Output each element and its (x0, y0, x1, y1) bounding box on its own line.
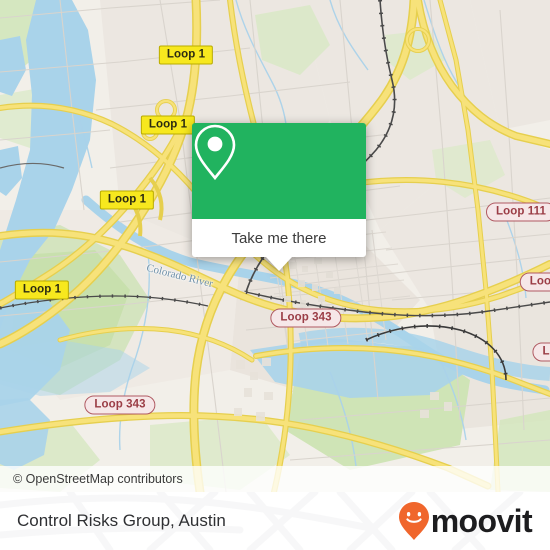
footer-bar: Control Risks Group, Austin moovit (0, 492, 550, 550)
osm-attribution-text[interactable]: © OpenStreetMap contributors (0, 472, 183, 486)
popup-card-footer[interactable]: Take me there (192, 219, 366, 257)
take-me-there-label: Take me there (231, 229, 327, 247)
map-pin-icon (194, 124, 236, 181)
road-shield-loop-edge-2: L (532, 342, 550, 362)
road-shield-loop343-bl: Loop 343 (84, 395, 156, 415)
map-page: Loop 1 Loop 1 Loop 1 Loop 1 Loop 111 Loo… (0, 0, 550, 550)
road-shield-loop1-lower: Loop 1 (99, 190, 155, 210)
place-title: Control Risks Group, Austin (17, 511, 226, 530)
map-attribution-bar: © OpenStreetMap contributors (0, 466, 550, 492)
location-popup-card[interactable]: Take me there (192, 123, 366, 271)
map-canvas[interactable]: Loop 1 Loop 1 Loop 1 Loop 1 Loop 111 Loo… (0, 0, 550, 492)
popup-card-header (192, 123, 366, 219)
road-shield-loop343-mid: Loop 343 (270, 308, 342, 328)
moovit-smiley-pin-icon (398, 502, 429, 540)
moovit-wordmark: moovit (430, 503, 533, 539)
road-shield-loop1-left: Loop 1 (14, 280, 70, 300)
popup-card-pointer (266, 257, 292, 271)
road-shield-loop-edge-1: Loop (519, 272, 550, 292)
road-shield-loop111: Loop 111 (485, 202, 550, 222)
moovit-logo[interactable]: moovit (398, 501, 533, 541)
road-shield-loop1-top: Loop 1 (158, 45, 214, 65)
road-shield-loop1-mid: Loop 1 (140, 115, 196, 135)
